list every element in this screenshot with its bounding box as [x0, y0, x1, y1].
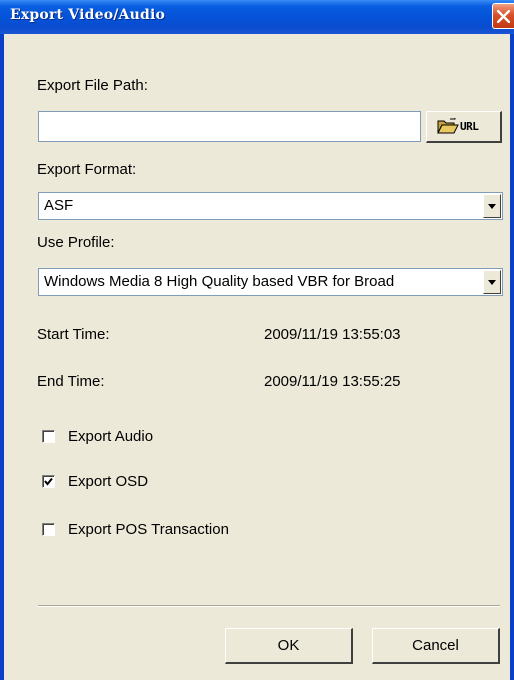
format-selected-value: ASF [44, 197, 74, 214]
window-title: Export Video/Audio [10, 7, 166, 23]
export-pos-label[interactable]: Export POS Transaction [68, 521, 229, 538]
start-time-label: Start Time: [37, 326, 110, 343]
export-osd-checkbox[interactable] [42, 475, 55, 488]
end-time-value: 2009/11/19 13:55:25 [264, 373, 401, 390]
profile-dropdown-button[interactable] [483, 270, 501, 294]
chevron-down-icon [488, 204, 496, 209]
close-icon [497, 10, 510, 23]
profile-select[interactable]: Windows Media 8 High Quality based VBR f… [38, 268, 503, 296]
cancel-button[interactable]: Cancel [372, 628, 500, 664]
browse-button[interactable]: URL [426, 111, 502, 143]
title-bar[interactable]: Export Video/Audio [0, 0, 514, 34]
export-dialog: Export Video/Audio Export File Path: URL… [0, 0, 514, 680]
export-osd-label[interactable]: Export OSD [68, 473, 148, 490]
divider [38, 605, 500, 607]
checkmark-icon [44, 477, 53, 486]
export-audio-label[interactable]: Export Audio [68, 428, 153, 445]
profile-label: Use Profile: [37, 234, 115, 251]
end-time-label: End Time: [37, 373, 105, 390]
start-time-value: 2009/11/19 13:55:03 [264, 326, 401, 343]
folder-open-icon [437, 118, 459, 134]
profile-selected-value: Windows Media 8 High Quality based VBR f… [44, 273, 395, 290]
format-dropdown-button[interactable] [483, 194, 501, 218]
file-path-input[interactable] [38, 111, 421, 142]
format-label: Export Format: [37, 161, 137, 178]
close-button[interactable] [492, 3, 514, 29]
export-audio-checkbox[interactable] [42, 430, 55, 443]
export-pos-checkbox[interactable] [42, 523, 55, 536]
chevron-down-icon [488, 280, 496, 285]
file-path-label: Export File Path: [37, 77, 148, 94]
ok-button[interactable]: OK [225, 628, 353, 664]
browse-url-label: URL [460, 120, 479, 133]
format-select[interactable]: ASF [38, 192, 503, 220]
